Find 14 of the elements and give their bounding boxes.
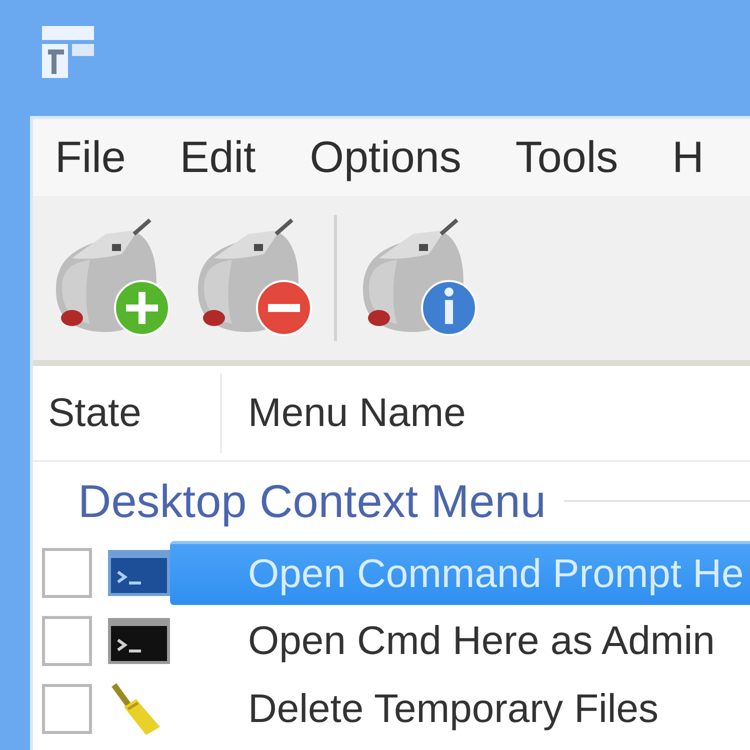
checkbox[interactable] [42,684,92,734]
column-header[interactable]: State [33,373,222,453]
list-item[interactable]: Open Cmd Here as Admin [170,609,750,673]
checkbox[interactable] [42,548,92,598]
menu-item[interactable]: H [645,128,731,188]
list-item[interactable]: Delete Temporary Files [170,677,750,741]
group-header[interactable]: Desktop Context Menu [78,470,546,530]
column-header[interactable]: Menu Name [222,373,466,453]
checkbox[interactable] [42,616,92,666]
menu-item[interactable]: File [33,128,153,188]
menu-item[interactable]: Options [282,128,488,188]
menu-item[interactable]: Edit [152,128,283,188]
app-icon [40,24,96,80]
menu-item[interactable]: Tools [488,128,646,188]
